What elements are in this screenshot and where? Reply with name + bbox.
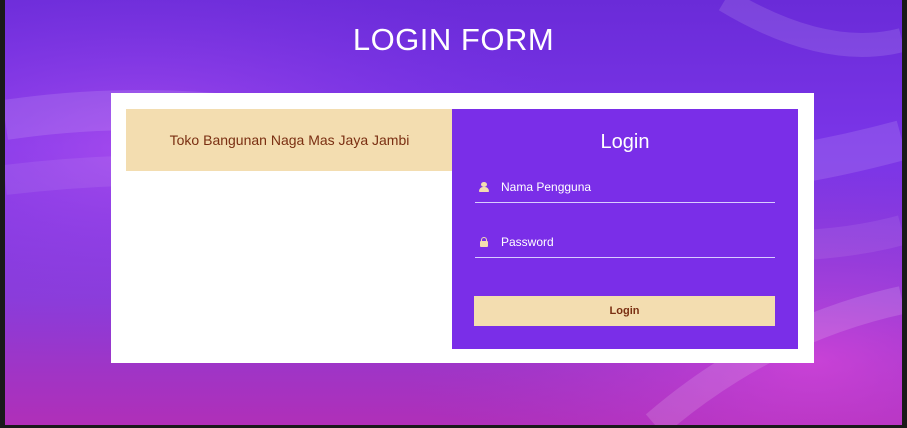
store-name-banner: Toko Bangunan Naga Mas Jaya Jambi <box>126 109 453 171</box>
password-input[interactable] <box>501 235 761 249</box>
login-panel-title: Login <box>600 131 650 153</box>
page-title: LOGIN FORM <box>352 22 555 57</box>
page-frame: LOGIN FORM Toko Bangunan Naga Mas Jaya J… <box>0 0 907 428</box>
login-card: Toko Bangunan Naga Mas Jaya Jambi Login … <box>111 93 814 363</box>
username-input[interactable] <box>501 180 761 194</box>
login-button[interactable]: Login <box>474 296 775 326</box>
lock-icon <box>479 237 489 247</box>
login-panel: Login Login <box>452 109 798 349</box>
user-icon <box>479 182 489 192</box>
username-field[interactable] <box>475 172 775 203</box>
password-field[interactable] <box>475 227 775 258</box>
